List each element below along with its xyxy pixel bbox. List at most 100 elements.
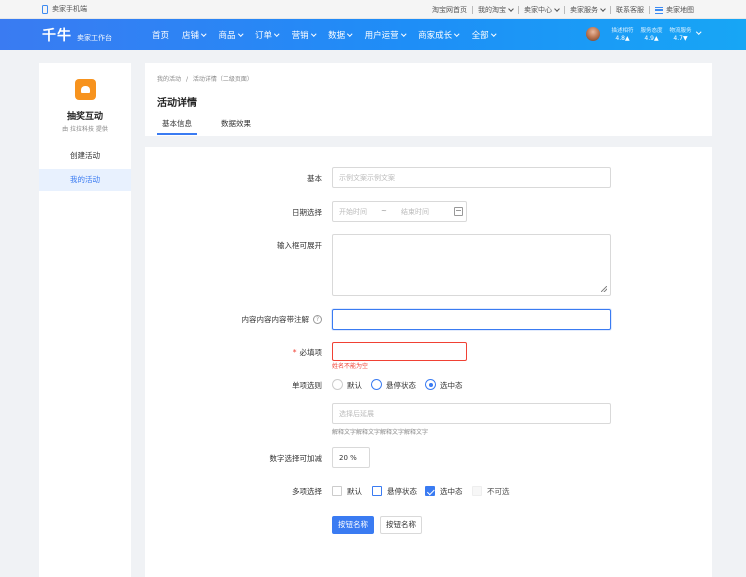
nav-item-shop[interactable]: 店铺 <box>182 29 207 41</box>
form-label: 单项选则 <box>292 381 322 390</box>
form-label: 日期选择 <box>292 208 322 217</box>
brand-logo: 千牛 <box>42 28 72 44</box>
checkbox-option-label: 不可选 <box>487 487 510 496</box>
shop-ratings[interactable]: 描述相符 4.8▲ 服务态度 4.9▲ 物流服务 4.7▼ <box>608 27 695 43</box>
active-tab-indicator <box>157 133 197 135</box>
chevron-down-icon <box>600 6 606 12</box>
top-link-label: 卖家服务 <box>570 6 598 14</box>
brand-subtitle: 卖家工作台 <box>77 34 112 42</box>
chevron-down-icon <box>454 31 460 37</box>
rating-description: 描述相符 4.8▲ <box>608 27 637 43</box>
form-label: 基本 <box>307 174 322 183</box>
checkbox-hover[interactable] <box>372 486 382 496</box>
nav-item-growth[interactable]: 商家成长 <box>418 29 460 41</box>
date-label: 日期选择 <box>292 207 322 218</box>
rating-label: 物流服务 <box>669 28 692 34</box>
checkbox-checked[interactable] <box>425 486 435 496</box>
top-link-seller-map[interactable]: 卖家地图 <box>655 5 694 15</box>
radio-default[interactable] <box>332 379 343 390</box>
rating-label: 服务态度 <box>640 28 663 34</box>
chevron-down-icon <box>237 31 243 37</box>
nav-item-label: 店铺 <box>182 31 200 41</box>
checkbox-label: 多项选择 <box>292 486 322 497</box>
nav-item-user-ops[interactable]: 用户运营 <box>365 29 406 41</box>
rating-logistics: 物流服务 4.7▼ <box>666 27 695 43</box>
arrow-up-icon: ▲ <box>653 35 659 42</box>
form-label: 内容内容内容带注解 <box>241 315 310 324</box>
radio-option-label: 选中态 <box>440 381 463 390</box>
chevron-down-icon <box>310 31 316 37</box>
divider <box>649 6 650 14</box>
mobile-link-label: 卖家手机端 <box>52 5 87 13</box>
checkbox-option-label: 悬停状态 <box>387 487 417 496</box>
nav-item-label: 首页 <box>152 31 170 41</box>
chevron-down-icon <box>400 31 406 37</box>
tab-data-effect[interactable]: 数据效果 <box>221 118 251 129</box>
arrow-down-icon: ▼ <box>682 35 688 42</box>
top-link-taobao-home[interactable]: 淘宝网首页 <box>432 5 467 15</box>
required-input[interactable] <box>332 342 467 361</box>
nav-menu: 首页 店铺 商品 订单 营销 数据 用户运营 商家成长 全部 <box>152 29 508 41</box>
avatar[interactable] <box>586 27 600 41</box>
number-value: 20 % <box>339 453 357 462</box>
resize-handle-icon[interactable] <box>601 286 607 292</box>
breadcrumb: 我的活动 / 活动详情（二级页面） <box>157 74 253 83</box>
mobile-link[interactable]: 卖家手机端 <box>42 4 87 14</box>
chevron-down-icon <box>347 31 353 37</box>
calendar-icon[interactable] <box>454 207 463 216</box>
number-stepper[interactable]: 20 % <box>332 447 370 468</box>
brand[interactable]: 千牛 卖家工作台 <box>42 25 112 45</box>
nav-item-label: 订单 <box>255 31 273 41</box>
divider <box>564 6 565 14</box>
annotated-label: 内容内容内容带注解 ? <box>241 314 322 325</box>
primary-button[interactable]: 按钮名称 <box>332 516 374 534</box>
top-link-label: 淘宝网首页 <box>432 6 467 14</box>
expandable-textarea[interactable] <box>332 234 611 296</box>
checkbox-option-label: 选中态 <box>440 487 463 496</box>
radio-expand-input[interactable]: 选择后延展 <box>332 403 611 424</box>
secondary-button[interactable]: 按钮名称 <box>380 516 422 534</box>
nav-item-data[interactable]: 数据 <box>328 29 353 41</box>
top-link-label: 联系客服 <box>616 6 644 14</box>
nav-item-products[interactable]: 商品 <box>219 29 243 41</box>
nav-item-label: 商家成长 <box>418 31 453 41</box>
top-link-seller-service[interactable]: 卖家服务 <box>570 5 606 15</box>
basic-input[interactable]: 示例文案示例文案 <box>332 167 611 188</box>
sidebar-item-my-activities[interactable]: 我的活动 <box>39 169 131 191</box>
rating-value: 4.7 <box>673 35 683 42</box>
top-link-seller-center[interactable]: 卖家中心 <box>524 5 560 15</box>
nav-item-label: 数据 <box>328 31 346 41</box>
main-navbar: 千牛 卖家工作台 首页 店铺 商品 订单 营销 数据 用户运营 商家成长 全部 … <box>0 19 746 50</box>
sidebar-item-create-activity[interactable]: 创建活动 <box>39 145 131 167</box>
top-link-my-taobao[interactable]: 我的淘宝 <box>478 5 514 15</box>
nav-item-all[interactable]: 全部 <box>472 29 496 41</box>
app-title: 抽奖互动 <box>66 112 103 122</box>
help-icon[interactable]: ? <box>313 315 322 324</box>
checkbox-disabled <box>472 486 482 496</box>
tab-basic-info[interactable]: 基本信息 <box>162 118 192 129</box>
rating-label: 描述相符 <box>611 28 634 34</box>
radio-checked[interactable] <box>425 379 436 390</box>
checkbox-default[interactable] <box>332 486 342 496</box>
annotated-input[interactable] <box>332 309 611 330</box>
top-link-label: 卖家中心 <box>524 6 552 14</box>
basic-placeholder: 示例文案示例文案 <box>339 173 395 182</box>
breadcrumb-item: 活动详情（二级页面） <box>192 76 253 83</box>
breadcrumb-item[interactable]: 我的活动 <box>157 76 181 83</box>
radio-option-label: 悬停状态 <box>386 381 416 390</box>
radio-label: 单项选则 <box>292 380 322 391</box>
nav-item-home[interactable]: 首页 <box>152 29 169 41</box>
nav-item-marketing[interactable]: 营销 <box>292 29 316 41</box>
top-link-contact-service[interactable]: 联系客服 <box>616 5 644 15</box>
divider <box>472 6 473 14</box>
chevron-down-icon[interactable] <box>696 29 702 35</box>
date-range-picker[interactable]: 开始时间 <box>332 201 467 222</box>
chevron-down-icon <box>490 31 496 37</box>
radio-hover[interactable] <box>371 379 382 390</box>
required-label: * 必填项 <box>293 347 322 358</box>
textarea-label: 输入框可展开 <box>277 240 322 251</box>
app-icon <box>75 79 96 100</box>
radio-option-label: 默认 <box>347 381 362 390</box>
rating-service: 服务态度 4.9▲ <box>637 27 666 43</box>
nav-item-orders[interactable]: 订单 <box>255 29 280 41</box>
